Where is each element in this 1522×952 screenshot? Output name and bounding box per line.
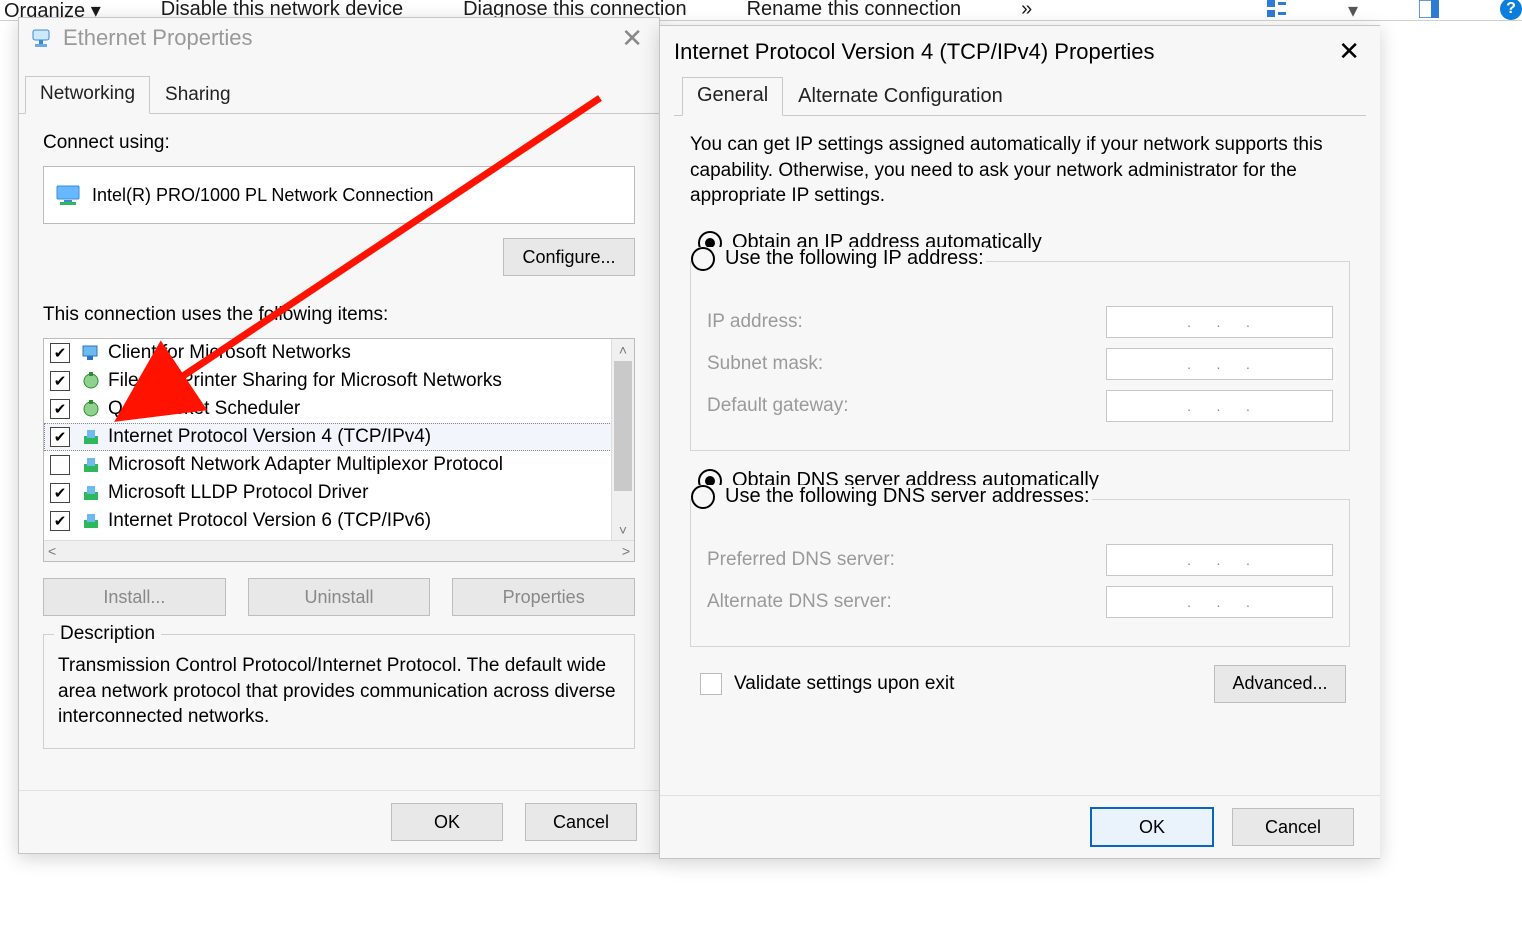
scroll-left-icon[interactable]: < (48, 543, 56, 559)
scroll-right-icon[interactable]: > (622, 543, 630, 559)
radio-use-ip[interactable]: Use the following IP address: (691, 247, 984, 271)
list-item-label: Client for Microsoft Networks (108, 342, 351, 364)
preferred-dns-label: Preferred DNS server: (707, 549, 1106, 571)
ok-button[interactable]: OK (391, 803, 503, 841)
ipv4-properties-dialog: Internet Protocol Version 4 (TCP/IPv4) P… (659, 25, 1380, 859)
scroll-down-icon[interactable]: ˅ (612, 519, 634, 541)
tab-alternate-configuration[interactable]: Alternate Configuration (783, 78, 1018, 116)
uninstall-button[interactable]: Uninstall (248, 578, 431, 616)
adapter-name: Intel(R) PRO/1000 PL Network Connection (92, 185, 434, 206)
checkbox[interactable] (700, 673, 722, 695)
install-button[interactable]: Install... (43, 578, 226, 616)
scroll-thumb[interactable] (614, 361, 632, 491)
description-legend: Description (54, 623, 161, 645)
checkbox[interactable] (50, 483, 70, 503)
default-gateway-label: Default gateway: (707, 395, 1106, 417)
alternate-dns-label: Alternate DNS server: (707, 591, 1106, 613)
default-gateway-input[interactable]: . . . (1106, 390, 1333, 422)
validate-label: Validate settings upon exit (734, 673, 954, 695)
description-text: Transmission Control Protocol/Internet P… (58, 653, 620, 730)
protocol-icon (80, 510, 102, 532)
list-item-label: Internet Protocol Version 4 (TCP/IPv4) (108, 426, 431, 448)
ok-button[interactable]: OK (1090, 807, 1214, 847)
connect-using-label: Connect using: (43, 132, 635, 154)
list-item[interactable]: File and Printer Sharing for Microsoft N… (44, 367, 612, 395)
preferred-dns-input[interactable]: . . . (1106, 544, 1333, 576)
configure-button[interactable]: Configure... (503, 238, 635, 276)
list-item[interactable]: Microsoft LLDP Protocol Driver (44, 479, 612, 507)
close-icon[interactable]: ✕ (615, 23, 649, 54)
toolbar-dropdown-icon[interactable]: ▾ (1348, 0, 1358, 23)
description-group: Description Transmission Control Protoco… (43, 634, 635, 749)
list-item[interactable]: Microsoft Network Adapter Multiplexor Pr… (44, 451, 612, 479)
protocol-icon (80, 482, 102, 504)
adapter-field[interactable]: Intel(R) PRO/1000 PL Network Connection (43, 166, 635, 224)
ip-address-input[interactable]: . . . (1106, 306, 1333, 338)
list-item-label: Microsoft Network Adapter Multiplexor Pr… (108, 454, 503, 476)
subnet-mask-label: Subnet mask: (707, 353, 1106, 375)
dialog-footer: OK Cancel (19, 790, 659, 853)
radio-icon[interactable] (691, 485, 715, 509)
list-item[interactable]: Internet Protocol Version 6 (TCP/IPv6) (44, 507, 612, 535)
monitor-icon (54, 184, 82, 206)
alternate-dns-input[interactable]: . . . (1106, 586, 1333, 618)
list-item[interactable]: Internet Protocol Version 4 (TCP/IPv4) (44, 423, 612, 451)
radio-use-dns[interactable]: Use the following DNS server addresses: (691, 485, 1090, 509)
ip-address-label: IP address: (707, 311, 1106, 333)
checkbox[interactable] (50, 343, 70, 363)
checkbox[interactable] (50, 399, 70, 419)
items-label: This connection uses the following items… (43, 304, 635, 326)
advanced-button[interactable]: Advanced... (1214, 665, 1346, 703)
checkbox[interactable] (50, 511, 70, 531)
close-icon[interactable]: ✕ (1332, 36, 1366, 67)
list-item[interactable]: QoS Packet Scheduler (44, 395, 612, 423)
dialog-footer: OK Cancel (660, 795, 1380, 858)
radio-label: Use the following DNS server addresses: (725, 485, 1090, 508)
checkbox[interactable] (50, 371, 70, 391)
dialog-title: Internet Protocol Version 4 (TCP/IPv4) P… (674, 39, 1332, 65)
ip-intro-text: You can get IP settings assigned automat… (690, 132, 1350, 209)
tab-sharing[interactable]: Sharing (150, 77, 246, 114)
list-item-label: Microsoft LLDP Protocol Driver (108, 482, 368, 504)
tab-general[interactable]: General (682, 77, 783, 116)
help-icon[interactable]: ? (1500, 0, 1522, 20)
ip-tabs: General Alternate Configuration (674, 77, 1366, 116)
checkbox[interactable] (50, 427, 70, 447)
client-icon (80, 342, 102, 364)
validate-checkbox-row[interactable]: Validate settings upon exit (700, 673, 954, 695)
static-ip-group: Use the following IP address: IP address… (690, 261, 1350, 451)
list-item[interactable]: Client for Microsoft Networks (44, 339, 612, 367)
protocol-icon (80, 454, 102, 476)
service-icon (80, 398, 102, 420)
list-item-label: QoS Packet Scheduler (108, 398, 300, 420)
cancel-button[interactable]: Cancel (1232, 808, 1354, 846)
dialog-titlebar: Internet Protocol Version 4 (TCP/IPv4) P… (660, 26, 1380, 71)
dialog-title: Ethernet Properties (63, 25, 615, 51)
horizontal-scrollbar[interactable]: < > (44, 540, 634, 561)
static-dns-group: Use the following DNS server addresses: … (690, 499, 1350, 647)
radio-icon[interactable] (691, 247, 715, 271)
view-options-icon[interactable] (1266, 0, 1288, 20)
network-items-list: Client for Microsoft Networks File and P… (43, 338, 635, 562)
list-item-label: Internet Protocol Version 6 (TCP/IPv6) (108, 510, 431, 532)
tab-networking[interactable]: Networking (25, 76, 150, 114)
radio-label: Use the following IP address: (725, 247, 984, 270)
network-adapter-icon (29, 26, 53, 50)
service-icon (80, 370, 102, 392)
ethernet-properties-dialog: Ethernet Properties ✕ Networking Sharing… (18, 17, 660, 854)
protocol-icon (80, 426, 102, 448)
toolbar-overflow[interactable]: » (1021, 0, 1032, 21)
checkbox[interactable] (50, 455, 70, 475)
dialog-titlebar: Ethernet Properties ✕ (19, 18, 659, 58)
toolbar-rename[interactable]: Rename this connection (747, 0, 962, 21)
scroll-up-icon[interactable]: ˄ (612, 339, 634, 361)
list-item-label: File and Printer Sharing for Microsoft N… (108, 370, 502, 392)
preview-pane-icon[interactable] (1418, 0, 1440, 20)
vertical-scrollbar[interactable]: ˄ ˅ (611, 339, 634, 541)
cancel-button[interactable]: Cancel (525, 803, 637, 841)
subnet-mask-input[interactable]: . . . (1106, 348, 1333, 380)
eth-tabs: Networking Sharing (19, 76, 659, 114)
properties-button[interactable]: Properties (452, 578, 635, 616)
